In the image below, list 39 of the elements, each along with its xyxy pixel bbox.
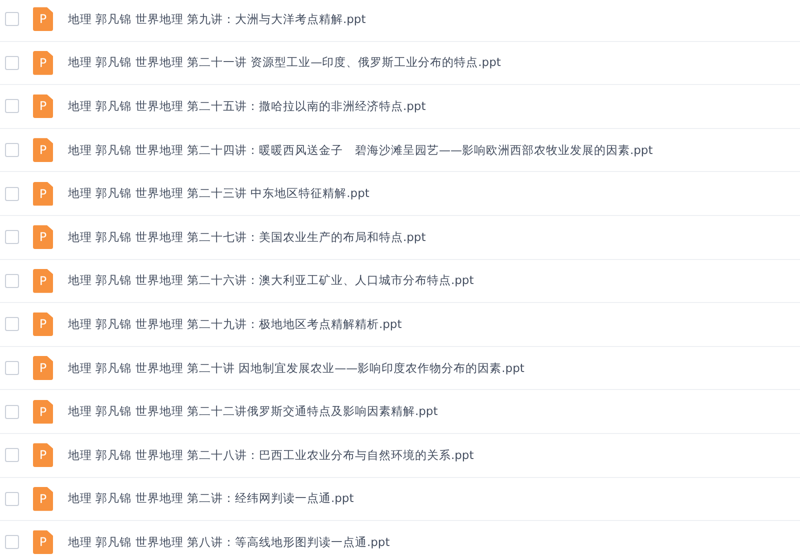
ppt-file-icon: P [33,443,53,468]
checkbox[interactable] [5,361,19,376]
checkbox[interactable] [5,230,19,244]
file-name[interactable]: 地理 郭凡锦 世界地理 第二十七讲：美国农业生产的布局和特点.ppt [68,230,426,245]
checkbox[interactable] [5,56,19,70]
checkbox[interactable] [5,448,19,462]
ppt-file-icon: P [33,268,53,293]
file-name[interactable]: 地理 郭凡锦 世界地理 第二十五讲：撒哈拉以南的非洲经济特点.ppt [68,98,426,114]
ppt-file-icon: P [33,356,53,380]
ppt-file-icon: P [33,530,53,554]
checkbox[interactable] [5,274,19,288]
ppt-file-icon: P [33,7,53,32]
checkbox[interactable] [5,404,19,419]
ppt-file-icon: P [33,50,53,75]
file-name[interactable]: 地理 郭凡锦 世界地理 第二十八讲：巴西工业农业分布与自然环境的关系.ppt [68,448,474,463]
checkbox[interactable] [5,12,19,26]
checkbox[interactable] [5,492,19,506]
checkbox[interactable] [5,317,19,332]
ppt-file-icon: P [33,400,53,424]
checkbox[interactable] [5,535,19,550]
file-name[interactable]: 地理 郭凡锦 世界地理 第二十三讲 中东地区特征精解.ppt [68,186,370,202]
file-name[interactable]: 地理 郭凡锦 世界地理 第八讲：等高线地形图判读一点通.ppt [68,534,390,550]
file-name[interactable]: 地理 郭凡锦 世界地理 第二十九讲：极地地区考点精解精析.ppt [68,316,402,332]
ppt-file-icon: P [33,486,53,511]
file-name[interactable]: 地理 郭凡锦 世界地理 第二讲：经纬网判读一点通.ppt [68,491,354,506]
file-name[interactable]: 地理 郭凡锦 世界地理 第九讲：大洲与大洋考点精解.ppt [68,12,366,27]
file-name[interactable]: 地理 郭凡锦 世界地理 第二十二讲俄罗斯交通特点及影响因素精解.ppt [68,404,438,420]
ppt-file-icon: P [33,138,53,162]
ppt-file-icon: P [33,225,53,250]
ppt-file-icon: P [33,182,53,206]
file-name[interactable]: 地理 郭凡锦 世界地理 第二十六讲：澳大利亚工矿业、人口城市分布特点.ppt [68,273,474,288]
checkbox[interactable] [5,143,19,158]
checkbox[interactable] [5,99,19,114]
file-name[interactable]: 地理 郭凡锦 世界地理 第二十一讲 资源型工业—印度、俄罗斯工业分布的特点.ppt [68,55,501,70]
ppt-file-icon: P [33,312,53,336]
ppt-file-icon: P [33,94,53,118]
file-name[interactable]: 地理 郭凡锦 世界地理 第二十讲 因地制宜发展农业——影响印度农作物分布的因素.ppt [68,360,524,376]
file-name[interactable]: 地理 郭凡锦 世界地理 第二十四讲：暖暖西风送金子 碧海沙滩呈园艺——影响欧洲西部农牧业发展的因素.ppt [68,142,653,158]
checkbox[interactable] [5,186,19,201]
